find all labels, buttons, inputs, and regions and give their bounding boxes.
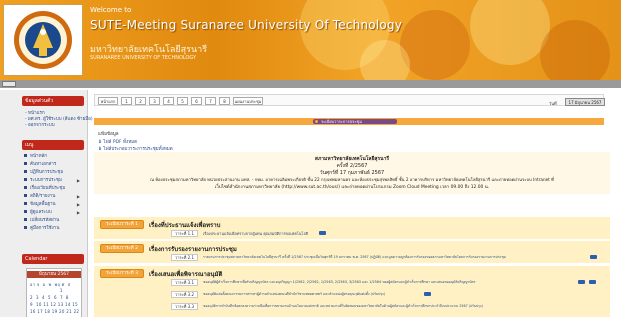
tab-agenda-3[interactable]: 3 [149,97,160,105]
agenda-section: ระเบียบวาระที่ 3 เรื่องเสนอเพื่อพิจารณาอ… [94,266,610,317]
dot-icon [315,120,318,123]
bullet-icon [24,186,27,189]
meeting-broadcast: เว็บไซต์สำนักงานสภามหาวิทยาลัย (http://w… [214,185,490,190]
meeting-header: สภามหาวิทยาลัยเทคโนโลยีสุรนารี ครั้งที่ … [94,152,610,194]
menu-item-circular[interactable]: เรื่องเวียนที่ประชุม [24,185,84,193]
mini-calendar: มิถุนายน 2567 อา จ อ พ พฤ ศ ส 1 2 3 4 5 … [26,268,82,317]
agenda-item-link[interactable]: ขออนุมัติแต่งตั้งคณะกรรมการสรรหาผู้ดำรงต… [203,292,385,297]
calendar-week[interactable]: 1 [30,288,63,293]
menu-item-stats[interactable]: สถิติ/รายงาน ▶ [24,193,84,201]
menu-item-meeting[interactable]: ระบบการประชุม ▶ [24,177,84,185]
tab-agenda-4[interactable]: 4 [163,97,174,105]
agenda-section: ระเบียบวาระที่ 1 เรื่องที่ประธานแจ้งเพื่… [94,217,610,239]
nav-bar [0,80,621,88]
tab-agenda-8[interactable]: 8 [219,97,230,105]
tab-home[interactable]: หน้าแรก [98,97,118,105]
sidebar-calendar-heading: Calendar [22,254,84,264]
calendar-week[interactable]: 16 17 18 19 20 21 22 [30,309,79,314]
file-icon[interactable] [578,280,585,284]
bullet-icon [24,178,27,181]
sidebar-user-heading: ข้อมูลส่วนตัว [22,96,84,106]
date-label: วันที่ [549,101,557,106]
meeting-location: ณ ห้องประชุมสภามหาวิทยาลัย หน่วยประสานงา… [150,177,554,182]
bullet-icon [24,170,27,173]
university-logo [14,11,72,69]
calendar-month: มิถุนายน 2567 [27,271,81,278]
agenda-item-number: วาระที่ 3.2 [171,291,198,298]
sidebar: ข้อมูลส่วนตัว - หน้าแรก - ผศ.ดร. ผู้ใช้ร… [0,90,93,317]
agenda-item-link[interactable]: ขออนุมัติผู้สำเร็จการศึกษาเพื่อรับปริญญา… [203,280,475,285]
menu-item-home[interactable]: หน้าหลัก [24,153,84,161]
tab-agenda-6[interactable]: 6 [191,97,202,105]
menu-item-password[interactable]: เปลี่ยนรหัสผ่าน [24,217,84,225]
bullet-icon [24,154,27,157]
banner-decoration [540,20,610,80]
bullet-icon [24,218,27,221]
bullet-icon [24,226,27,229]
bullet-icon [24,194,27,197]
files-section-title: แฟ้มข้อมูล [98,132,119,137]
agenda-title: เรื่องเสนอเพื่อพิจารณาอนุมัติ [149,271,223,278]
chevron-right-icon: ▶ [76,194,80,199]
tab-agenda-5[interactable]: 5 [177,97,188,105]
calendar-week[interactable]: 2 3 4 5 6 7 8 [30,295,69,300]
main-content: หน้าแรก 1 2 3 4 5 6 7 8 แผนงานประชุม วัน… [94,92,618,317]
file-icon[interactable] [424,292,431,296]
tab-agenda-1[interactable]: 1 [121,97,132,105]
menu-item-basic-data[interactable]: ข้อมูลพื้นฐาน ▶ [24,201,84,209]
agenda-item-number: วาระที่ 3.3 [171,303,198,310]
bullet-icon [24,162,27,165]
banner-decoration [400,10,470,80]
calendar-weekdays: อา จ อ พ พฤ ศ ส [30,282,71,287]
menu-item-manual[interactable]: คู่มือการใช้งาน [24,225,84,233]
banner-decoration [470,0,550,65]
logo-box [3,4,83,76]
page: Welcome to SUTE-Meeting Suranaree Univer… [0,0,621,317]
agenda-item-link[interactable]: ขออนุมัติการทำบันทึกข้อตกลงความร่วมมือเพ… [203,304,483,309]
agenda-badge[interactable]: ระเบียบวาระที่ 1 [100,220,144,229]
agenda-badge[interactable]: ระเบียบวาระที่ 3 [100,269,144,278]
file-icon[interactable] [590,255,597,259]
chevron-right-icon: ▶ [76,178,80,183]
tab-agenda-7[interactable]: 7 [205,97,216,105]
agenda-item-number: วาระที่ 2.1 [171,254,198,261]
agenda-item-link[interactable]: รายงานการประชุมสภามหาวิทยาลัยเทคโนโลยีสุ… [203,255,506,260]
bullet-icon [24,202,27,205]
home-tab[interactable] [2,81,16,87]
agenda-title: เรื่องที่ประธานแจ้งเพื่อทราบ [149,222,221,229]
menu-item-admin[interactable]: ผู้ดูแลระบบ ▶ [24,209,84,217]
chevron-right-icon: ▶ [76,210,80,215]
tab-agenda-2[interactable]: 2 [135,97,146,105]
sidebar-menu-heading: เมนู [22,140,84,150]
bullet-icon [24,210,27,213]
agenda-item-link[interactable]: เรื่องประธานแจ้งเพื่อทราบจากผู้แทน คุณสม… [203,231,308,237]
menu-item-calendar[interactable]: ปฏิทินการประชุม [24,169,84,177]
agenda-item-number: วาระที่ 1.1 [171,230,198,237]
university-name-english: SURANAREE UNIVERSITY OF TECHNOLOGY [90,55,197,61]
agenda-title: เรื่องการรับรองรายงานการประชุม [149,246,237,253]
calendar-week[interactable]: 9 10 11 12 13 14 15 [30,302,78,307]
agenda-pill-label: ระเบียบวาระการประชุม [321,119,362,124]
welcome-text: Welcome to [90,6,132,14]
pdf-all-link[interactable]: ⬇ ไฟล์ PDF ทั้งหมด [98,138,137,145]
agenda-section: ระเบียบวาระที่ 2 เรื่องการรับรองรายงานกา… [94,241,610,263]
date-field[interactable]: 17 มิถุนายน 2567 [565,98,605,106]
menu-item-search[interactable]: ค้นหาเอกสาร [24,161,84,169]
header-banner: Welcome to SUTE-Meeting Suranaree Univer… [0,0,621,80]
tab-meeting-plan[interactable]: แผนงานประชุม [233,97,263,105]
agenda-pill: ระเบียบวาระการประชุม [313,119,397,124]
site-title: SUTE-Meeting Suranaree University Of Tec… [90,18,403,32]
university-name-thai: มหาวิทยาลัยเทคโนโลยีสุรนารี [90,45,208,55]
file-icon[interactable] [589,280,596,284]
chevron-right-icon: ▶ [76,202,80,207]
agenda-tab-strip: หน้าแรก 1 2 3 4 5 6 7 8 แผนงานประชุม วัน… [94,94,605,106]
attachments-all-link[interactable]: ⬇ ไฟล์ประกอบวาระการประชุมทั้งหมด [98,145,173,152]
logout-link[interactable]: - ออกจากระบบ [25,121,55,128]
agenda-item-number: วาระที่ 3.1 [171,279,198,286]
agenda-badge[interactable]: ระเบียบวาระที่ 2 [100,244,144,253]
file-icon[interactable] [319,231,326,235]
